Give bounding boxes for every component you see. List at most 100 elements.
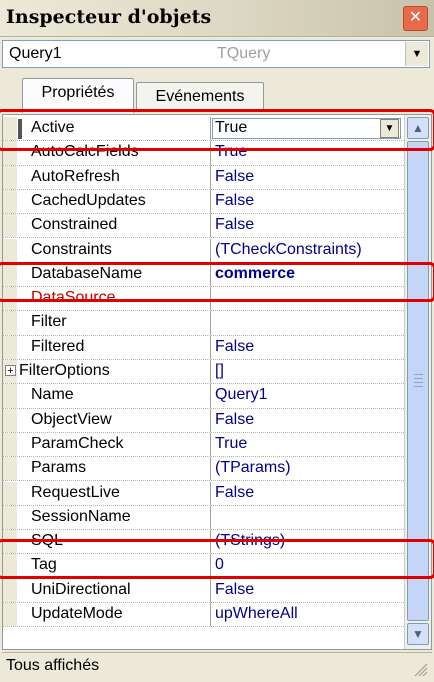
row-gutter bbox=[3, 554, 17, 578]
property-name: SessionName bbox=[31, 507, 131, 525]
property-row[interactable]: SessionName bbox=[3, 505, 404, 531]
property-row[interactable]: Constrained False bbox=[3, 214, 404, 239]
object-name: Query1 bbox=[9, 45, 62, 62]
property-name: Name bbox=[31, 386, 74, 404]
property-name: FilterOptions bbox=[19, 362, 110, 379]
row-gutter bbox=[3, 384, 17, 408]
property-value[interactable]: 0 bbox=[215, 556, 224, 574]
scroll-thumb[interactable] bbox=[407, 141, 429, 621]
object-type: TQuery bbox=[217, 45, 271, 62]
row-gutter bbox=[3, 408, 17, 432]
property-value[interactable]: [] bbox=[215, 362, 224, 380]
property-value[interactable]: False bbox=[215, 411, 254, 429]
property-name: AutoRefresh bbox=[31, 167, 120, 185]
resize-grip-icon[interactable] bbox=[412, 661, 428, 677]
property-row[interactable]: Name Query1 bbox=[3, 384, 404, 409]
vertical-scrollbar[interactable]: ▲ ▼ bbox=[404, 115, 431, 649]
row-gutter bbox=[3, 189, 17, 214]
property-row[interactable]: Tag 0 bbox=[3, 554, 404, 579]
property-name: CachedUpdates bbox=[31, 191, 146, 209]
row-gutter bbox=[3, 262, 17, 287]
property-row[interactable]: DataSource bbox=[3, 287, 404, 312]
scroll-down-button[interactable]: ▼ bbox=[407, 623, 429, 645]
property-name: SQL bbox=[31, 532, 64, 550]
property-grid-frame: Active True ▼ AutoCalcFields True AutoRefresh… bbox=[2, 114, 432, 650]
property-value[interactable]: True bbox=[215, 435, 247, 453]
status-text: Tous affichés bbox=[6, 657, 100, 674]
property-row[interactable]: Active True ▼ bbox=[3, 117, 404, 142]
property-row[interactable]: SQL (TStrings) bbox=[3, 530, 404, 555]
property-value[interactable]: True bbox=[215, 119, 247, 137]
row-gutter bbox=[3, 311, 17, 335]
property-name: UniDirectional bbox=[31, 580, 131, 598]
chevron-down-icon[interactable]: ▼ bbox=[380, 119, 399, 138]
close-icon[interactable]: ✕ bbox=[403, 6, 428, 31]
row-gutter bbox=[3, 165, 17, 189]
property-name: RequestLive bbox=[31, 483, 120, 501]
property-name: ObjectView bbox=[31, 410, 112, 428]
property-name: Filter bbox=[31, 313, 67, 331]
scroll-up-button[interactable]: ▲ bbox=[407, 117, 429, 139]
property-row[interactable]: AutoCalcFields True bbox=[3, 141, 404, 166]
property-name: ParamCheck bbox=[31, 434, 124, 452]
property-row[interactable]: Filtered False bbox=[3, 335, 404, 360]
property-row[interactable]: Constraints (TCheckConstraints) bbox=[3, 238, 404, 263]
property-row[interactable]: + FilterOptions [] bbox=[3, 360, 404, 385]
property-row[interactable]: CachedUpdates False bbox=[3, 189, 404, 215]
property-name: Constraints bbox=[31, 240, 112, 258]
property-value[interactable]: (TParams) bbox=[215, 459, 291, 477]
row-gutter bbox=[3, 214, 17, 238]
row-gutter bbox=[3, 530, 17, 554]
window-title: Inspecteur d'objets bbox=[6, 6, 212, 28]
property-name: Filtered bbox=[31, 337, 85, 355]
row-gutter bbox=[3, 287, 17, 311]
property-row[interactable]: ObjectView False bbox=[3, 408, 404, 433]
property-row[interactable]: Params (TParams) bbox=[3, 457, 404, 482]
property-value[interactable]: False bbox=[215, 484, 254, 502]
property-row[interactable]: ParamCheck True bbox=[3, 432, 404, 458]
property-grid: Active True ▼ AutoCalcFields True AutoRefresh… bbox=[3, 115, 404, 649]
property-name: DatabaseName bbox=[31, 264, 143, 282]
object-inspector-window: Inspecteur d'objets ✕ Query1 TQuery ▼ Pr… bbox=[0, 0, 434, 682]
status-bar: Tous affichés bbox=[2, 652, 432, 681]
property-name: UpdateMode bbox=[31, 605, 123, 622]
property-value[interactable]: False bbox=[215, 216, 254, 234]
property-value[interactable]: commerce bbox=[215, 265, 295, 283]
row-gutter bbox=[3, 238, 17, 262]
row-gutter bbox=[3, 335, 17, 359]
property-value[interactable]: True bbox=[215, 143, 247, 161]
row-marker bbox=[18, 119, 22, 139]
tab-properties[interactable]: Propriétés bbox=[22, 78, 134, 113]
row-gutter bbox=[3, 457, 17, 481]
property-name: DataSource bbox=[31, 289, 116, 307]
property-value[interactable]: (TCheckConstraints) bbox=[215, 241, 362, 259]
tab-strip: Propriétés Evénements bbox=[0, 78, 434, 114]
tab-events[interactable]: Evénements bbox=[136, 82, 264, 112]
property-name: Active bbox=[31, 119, 75, 136]
title-bar: Inspecteur d'objets ✕ bbox=[0, 0, 434, 37]
property-value[interactable]: (TStrings) bbox=[215, 532, 285, 550]
row-gutter bbox=[3, 481, 17, 505]
property-row[interactable]: Filter bbox=[3, 311, 404, 336]
property-row[interactable]: UniDirectional False bbox=[3, 578, 404, 603]
property-name: AutoCalcFields bbox=[31, 143, 139, 161]
property-value[interactable]: False bbox=[215, 168, 254, 186]
property-name: Tag bbox=[31, 556, 57, 574]
property-row[interactable]: UpdateMode upWhereAll bbox=[3, 603, 404, 628]
plus-box-icon[interactable]: + bbox=[5, 365, 16, 377]
row-gutter bbox=[3, 141, 17, 165]
property-name: Params bbox=[31, 459, 87, 477]
property-row[interactable]: AutoRefresh False bbox=[3, 165, 404, 190]
row-gutter bbox=[3, 432, 17, 457]
row-gutter bbox=[3, 603, 17, 627]
property-row[interactable]: RequestLive False bbox=[3, 481, 404, 506]
property-value[interactable]: False bbox=[215, 581, 254, 599]
chevron-down-icon[interactable]: ▼ bbox=[405, 42, 428, 66]
property-value[interactable]: upWhereAll bbox=[215, 605, 298, 623]
property-value[interactable]: Query1 bbox=[215, 386, 267, 404]
object-selector[interactable]: Query1 TQuery ▼ bbox=[2, 40, 430, 68]
property-value[interactable]: False bbox=[215, 192, 254, 210]
property-name: Constrained bbox=[31, 216, 118, 234]
property-value[interactable]: False bbox=[215, 338, 254, 356]
property-row[interactable]: DatabaseName commerce bbox=[3, 262, 404, 288]
